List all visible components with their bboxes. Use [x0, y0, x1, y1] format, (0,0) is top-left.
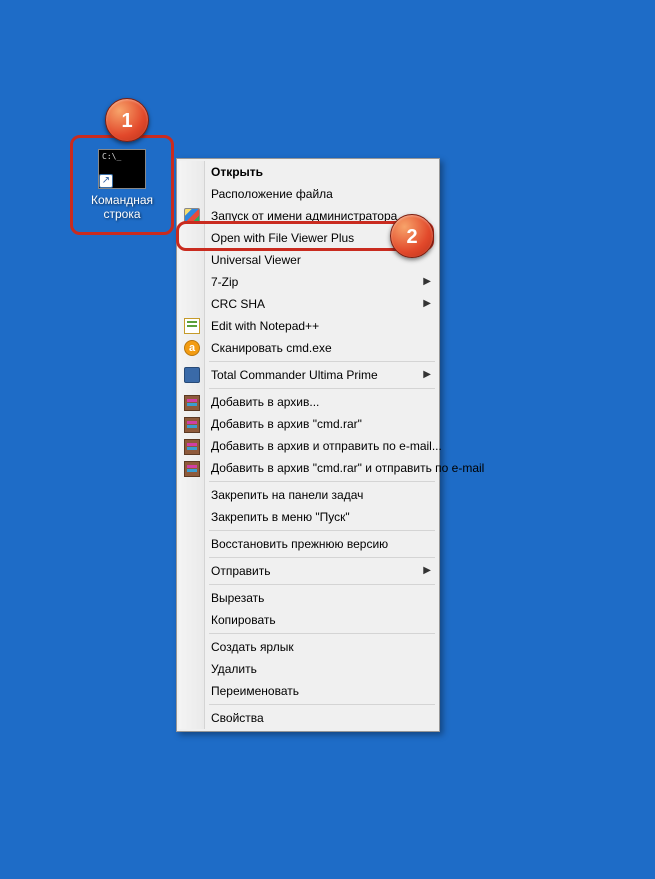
menu-label: Закрепить в меню "Пуск"	[211, 510, 350, 524]
menu-label: Edit with Notepad++	[211, 319, 319, 333]
winrar-icon	[184, 417, 200, 433]
winrar-icon	[184, 439, 200, 455]
notepad-icon	[184, 318, 200, 334]
menu-item-copy[interactable]: Копировать	[179, 609, 437, 631]
menu-item-add-archive[interactable]: Добавить в архив...	[179, 391, 437, 413]
chevron-right-icon: ▶	[423, 293, 431, 315]
menu-label: Копировать	[211, 613, 276, 627]
menu-label: Восстановить прежнюю версию	[211, 537, 388, 551]
menu-label: Universal Viewer	[211, 253, 301, 267]
winrar-icon	[184, 395, 200, 411]
menu-item-file-location[interactable]: Расположение файла	[179, 183, 437, 205]
menu-item-scan-cmd[interactable]: Сканировать cmd.exe	[179, 337, 437, 359]
menu-separator	[209, 633, 435, 634]
menu-item-7zip[interactable]: 7-Zip ▶	[179, 271, 437, 293]
menu-item-open[interactable]: Открыть	[179, 161, 437, 183]
annotation-badge-2: 2	[390, 214, 434, 258]
chevron-right-icon: ▶	[423, 560, 431, 582]
menu-label: Сканировать cmd.exe	[211, 341, 332, 355]
menu-label: Свойства	[211, 711, 264, 725]
menu-item-pin-taskbar[interactable]: Закрепить на панели задач	[179, 484, 437, 506]
menu-label: Удалить	[211, 662, 257, 676]
shield-icon	[184, 208, 200, 224]
avast-icon	[184, 340, 200, 356]
cmd-icon: ↗	[98, 149, 146, 189]
menu-item-create-shortcut[interactable]: Создать ярлык	[179, 636, 437, 658]
menu-separator	[209, 481, 435, 482]
menu-label: Закрепить на панели задач	[211, 488, 363, 502]
menu-label: Открыть	[211, 165, 263, 179]
menu-item-add-cmd-rar-email[interactable]: Добавить в архив "cmd.rar" и отправить п…	[179, 457, 437, 479]
menu-separator	[209, 584, 435, 585]
menu-label: Добавить в архив...	[211, 395, 319, 409]
menu-label: Переименовать	[211, 684, 299, 698]
menu-label: Расположение файла	[211, 187, 333, 201]
shortcut-arrow-icon: ↗	[99, 174, 113, 188]
menu-separator	[209, 530, 435, 531]
winrar-icon	[184, 461, 200, 477]
desktop-shortcut-cmd[interactable]: ↗ Командная строка	[80, 145, 164, 221]
menu-item-properties[interactable]: Свойства	[179, 707, 437, 729]
annotation-badge-1: 1	[105, 98, 149, 142]
menu-label: Запуск от имени администратора	[211, 209, 397, 223]
menu-label: Добавить в архив и отправить по e-mail..…	[211, 439, 442, 453]
menu-label: CRC SHA	[211, 297, 265, 311]
menu-item-cut[interactable]: Вырезать	[179, 587, 437, 609]
menu-item-total-commander[interactable]: Total Commander Ultima Prime ▶	[179, 364, 437, 386]
menu-label: Open with File Viewer Plus	[211, 231, 354, 245]
menu-item-delete[interactable]: Удалить	[179, 658, 437, 680]
menu-item-add-cmd-rar[interactable]: Добавить в архив "cmd.rar"	[179, 413, 437, 435]
menu-separator	[209, 704, 435, 705]
menu-label: Total Commander Ultima Prime	[211, 368, 378, 382]
menu-label: 7-Zip	[211, 275, 238, 289]
menu-item-pin-start[interactable]: Закрепить в меню "Пуск"	[179, 506, 437, 528]
menu-item-restore-previous[interactable]: Восстановить прежнюю версию	[179, 533, 437, 555]
menu-label: Отправить	[211, 564, 271, 578]
chevron-right-icon: ▶	[423, 271, 431, 293]
menu-separator	[209, 361, 435, 362]
menu-item-add-archive-email[interactable]: Добавить в архив и отправить по e-mail..…	[179, 435, 437, 457]
menu-separator	[209, 557, 435, 558]
total-commander-icon	[184, 367, 200, 383]
menu-label: Добавить в архив "cmd.rar" и отправить п…	[211, 461, 484, 475]
menu-label: Добавить в архив "cmd.rar"	[211, 417, 362, 431]
menu-item-send-to[interactable]: Отправить ▶	[179, 560, 437, 582]
menu-item-rename[interactable]: Переименовать	[179, 680, 437, 702]
menu-item-crc-sha[interactable]: CRC SHA ▶	[179, 293, 437, 315]
menu-label: Вырезать	[211, 591, 264, 605]
desktop-shortcut-label: Командная строка	[80, 193, 164, 221]
menu-item-edit-notepad[interactable]: Edit with Notepad++	[179, 315, 437, 337]
chevron-right-icon: ▶	[423, 364, 431, 386]
menu-separator	[209, 388, 435, 389]
menu-label: Создать ярлык	[211, 640, 294, 654]
